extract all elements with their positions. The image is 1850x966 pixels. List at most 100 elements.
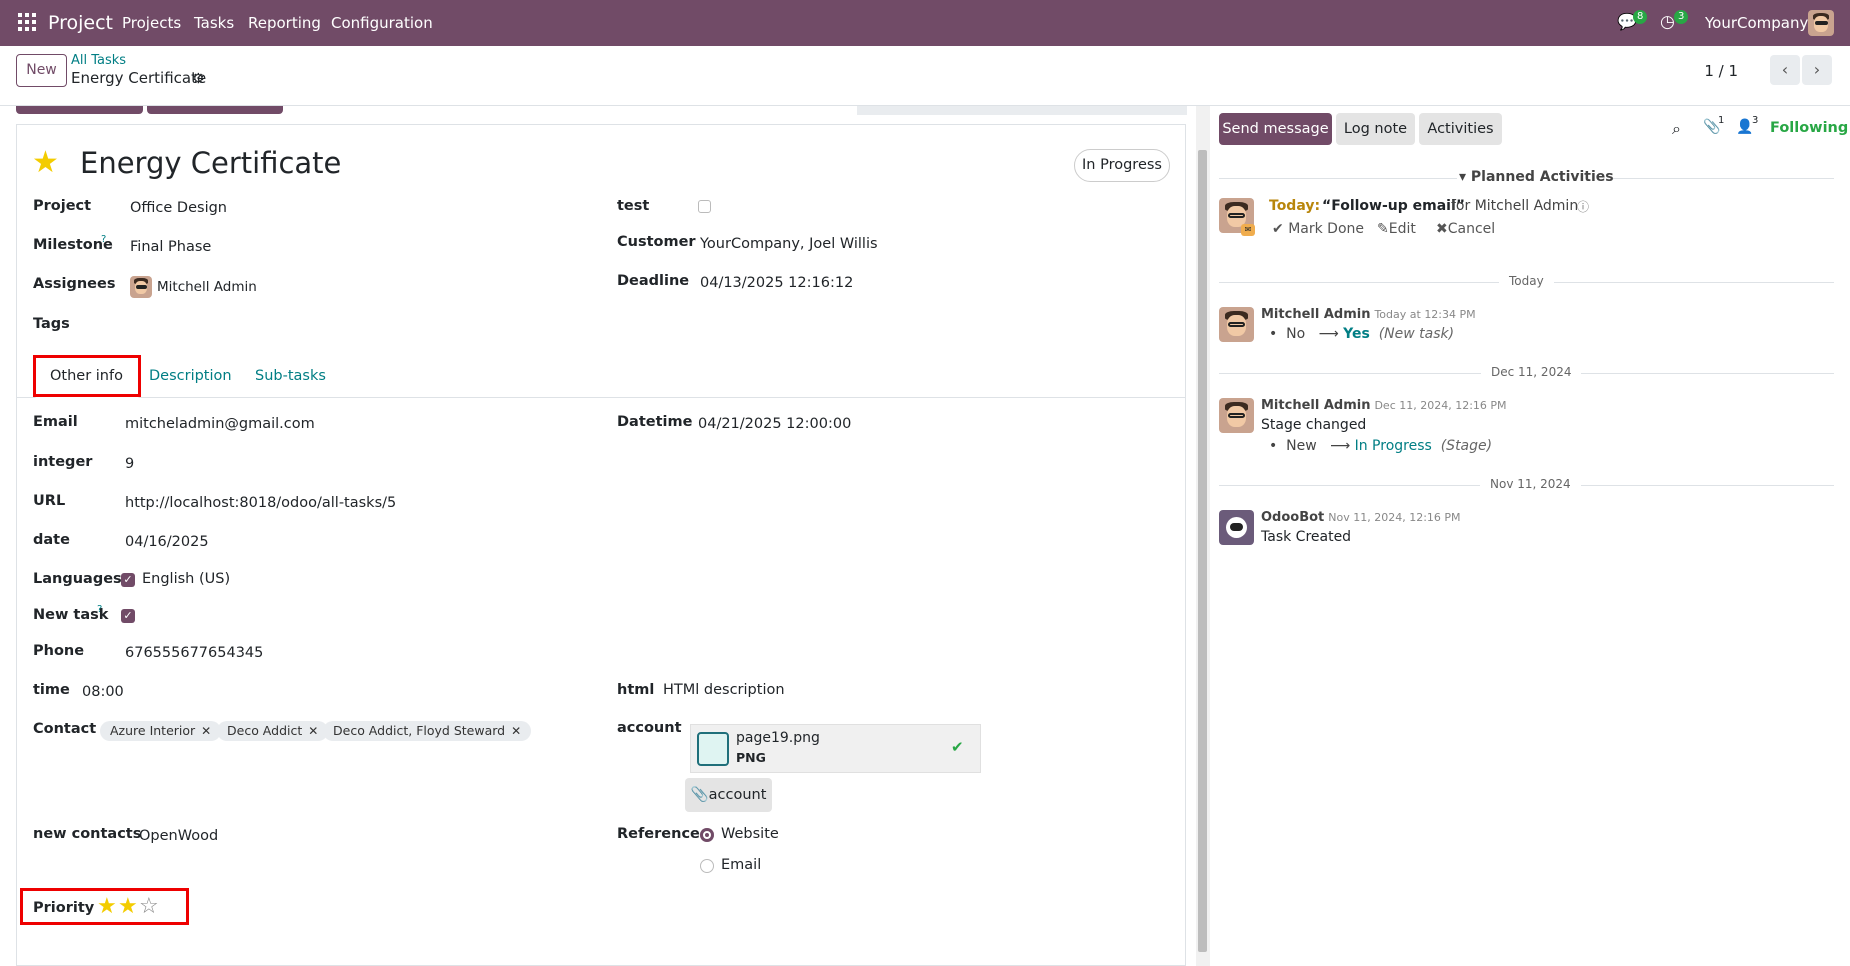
info-icon[interactable]: ⓘ	[1577, 198, 1589, 215]
arrow-right-icon: ⟶	[1330, 438, 1351, 454]
gear-icon[interactable]: ⚙	[192, 71, 205, 87]
breadcrumb-all-tasks[interactable]: All Tasks	[71, 53, 126, 68]
email-activity-icon: ✉	[1241, 224, 1255, 236]
followers-icon[interactable]: 👤	[1736, 119, 1753, 135]
app-name[interactable]: Project	[48, 12, 113, 34]
tab-sub-tasks[interactable]: Sub-tasks	[255, 368, 326, 384]
message-header: Mitchell Admin Today at 12:34 PM	[1261, 307, 1476, 322]
customer-label: Customer	[617, 234, 696, 250]
pager-value[interactable]: 1 / 1	[1704, 62, 1738, 80]
mark-done-button[interactable]: ✔ Mark Done	[1272, 221, 1364, 237]
odoobot-avatar	[1219, 510, 1254, 545]
partial-header-buttons	[147, 106, 283, 114]
integer-label: integer	[33, 454, 93, 470]
menu-projects[interactable]: Projects	[122, 14, 181, 32]
tags-label: Tags	[33, 316, 70, 332]
attachment-name: page19.png	[736, 730, 820, 746]
activity-badge: 3	[1674, 10, 1689, 24]
new-button[interactable]: New	[16, 54, 67, 87]
log-note-button[interactable]: Log note	[1336, 113, 1415, 145]
message-body: Stage changed	[1261, 417, 1367, 433]
check-icon: ✔	[1272, 221, 1289, 237]
html-field[interactable]: HTMl description	[663, 682, 785, 698]
cancel-activity-button[interactable]: ✖Cancel	[1436, 221, 1495, 237]
remove-tag-icon[interactable]: ✕	[201, 724, 211, 738]
help-icon[interactable]: ?	[101, 234, 106, 245]
following-button[interactable]: Following	[1770, 120, 1848, 136]
new-contacts-field[interactable]: OpenWood	[139, 828, 218, 844]
new-task-checkbox[interactable]: ✓	[121, 609, 135, 623]
contact-tag[interactable]: Azure Interior ✕	[100, 721, 222, 741]
url-label: URL	[33, 493, 66, 509]
integer-field[interactable]: 9	[125, 456, 134, 472]
email-field[interactable]: mitcheladmin@gmail.com	[125, 416, 315, 432]
radio-website-label: Website	[721, 826, 779, 842]
test-checkbox[interactable]	[698, 200, 711, 213]
pencil-icon: ✎	[1377, 221, 1389, 237]
activity-due: Today:	[1269, 198, 1321, 214]
apps-menu-icon[interactable]	[18, 13, 36, 31]
menu-tasks[interactable]: Tasks	[194, 14, 234, 32]
date-field[interactable]: 04/16/2025	[125, 534, 209, 550]
remove-tag-icon[interactable]: ✕	[511, 724, 521, 738]
planned-activities-toggle[interactable]: ▾ Planned Activities	[1459, 169, 1614, 185]
form-scrollbar[interactable]	[1196, 106, 1210, 966]
time-field[interactable]: 08:00	[82, 684, 124, 700]
message-header: Mitchell Admin Dec 11, 2024, 12:16 PM	[1261, 398, 1507, 413]
partial-header-buttons	[16, 106, 143, 114]
project-label: Project	[33, 198, 92, 214]
deadline-field[interactable]: 04/13/2025 12:16:12	[700, 275, 853, 291]
menu-reporting[interactable]: Reporting	[248, 14, 321, 32]
user-avatar[interactable]	[1808, 10, 1834, 36]
phone-field[interactable]: 676555677654345	[125, 645, 263, 661]
contact-tag[interactable]: Deco Addict ✕	[217, 721, 329, 741]
check-icon: ✔	[951, 738, 964, 756]
activity-clock-icon[interactable]: ◷	[1660, 12, 1675, 32]
milestone-field[interactable]: Final Phase	[130, 239, 211, 255]
pager-previous-icon[interactable]: ‹	[1770, 55, 1800, 85]
help-icon[interactable]: ?	[97, 604, 102, 615]
url-field[interactable]: http://localhost:8018/odoo/all-tasks/5	[125, 495, 396, 511]
activity-title: “Follow-up email”	[1322, 198, 1465, 214]
tab-description[interactable]: Description	[149, 368, 232, 384]
followers-count: 3	[1752, 115, 1759, 126]
customer-field[interactable]: YourCompany, Joel Willis	[700, 236, 878, 252]
contact-label: Contact	[33, 721, 97, 737]
company-switcher[interactable]: YourCompany	[1705, 14, 1808, 32]
edit-activity-button[interactable]: ✎Edit	[1377, 221, 1416, 237]
datetime-label: Datetime	[617, 414, 693, 430]
send-message-button[interactable]: Send message	[1219, 113, 1332, 145]
task-title[interactable]: Energy Certificate	[80, 146, 341, 180]
html-label: html	[617, 682, 655, 698]
date-separator-label: Dec 11, 2024	[1481, 365, 1582, 379]
project-field[interactable]: Office Design	[130, 200, 227, 216]
contact-tag[interactable]: Deco Addict, Floyd Steward ✕	[323, 721, 532, 741]
remove-tag-icon[interactable]: ✕	[308, 724, 318, 738]
new-contacts-label: new contacts	[33, 826, 142, 842]
search-icon[interactable]: ⌕	[1672, 119, 1681, 139]
tracking-value: • No ⟶ Yes (New task)	[1269, 326, 1455, 342]
activities-button[interactable]: Activities	[1419, 113, 1502, 145]
status-badge[interactable]: In Progress	[1074, 149, 1170, 182]
account-upload-button[interactable]: 📎account	[685, 778, 772, 812]
datetime-field[interactable]: 04/21/2025 12:00:00	[698, 416, 851, 432]
arrow-right-icon: ⟶	[1318, 326, 1339, 342]
image-file-icon	[697, 732, 729, 766]
radio-website[interactable]	[700, 828, 714, 842]
assignee-name[interactable]: Mitchell Admin	[157, 279, 257, 295]
divider	[1219, 178, 1457, 179]
attachment-card[interactable]: page19.png PNG ✔	[690, 724, 981, 773]
date-label: date	[33, 532, 70, 548]
phone-label: Phone	[33, 643, 85, 659]
radio-email[interactable]	[700, 859, 714, 873]
date-separator-label: Today	[1499, 274, 1554, 288]
activity-assignee: for Mitchell Admin	[1451, 198, 1579, 214]
author-avatar	[1219, 398, 1254, 433]
favorite-star-icon[interactable]: ★	[32, 145, 59, 180]
assignees-label: Assignees	[33, 276, 116, 292]
pager-next-icon[interactable]: ›	[1802, 55, 1832, 85]
date-separator-label: Nov 11, 2024	[1480, 477, 1581, 491]
menu-configuration[interactable]: Configuration	[331, 14, 433, 32]
language-checkbox[interactable]: ✓	[121, 573, 135, 587]
attachment-type: PNG	[736, 750, 766, 765]
